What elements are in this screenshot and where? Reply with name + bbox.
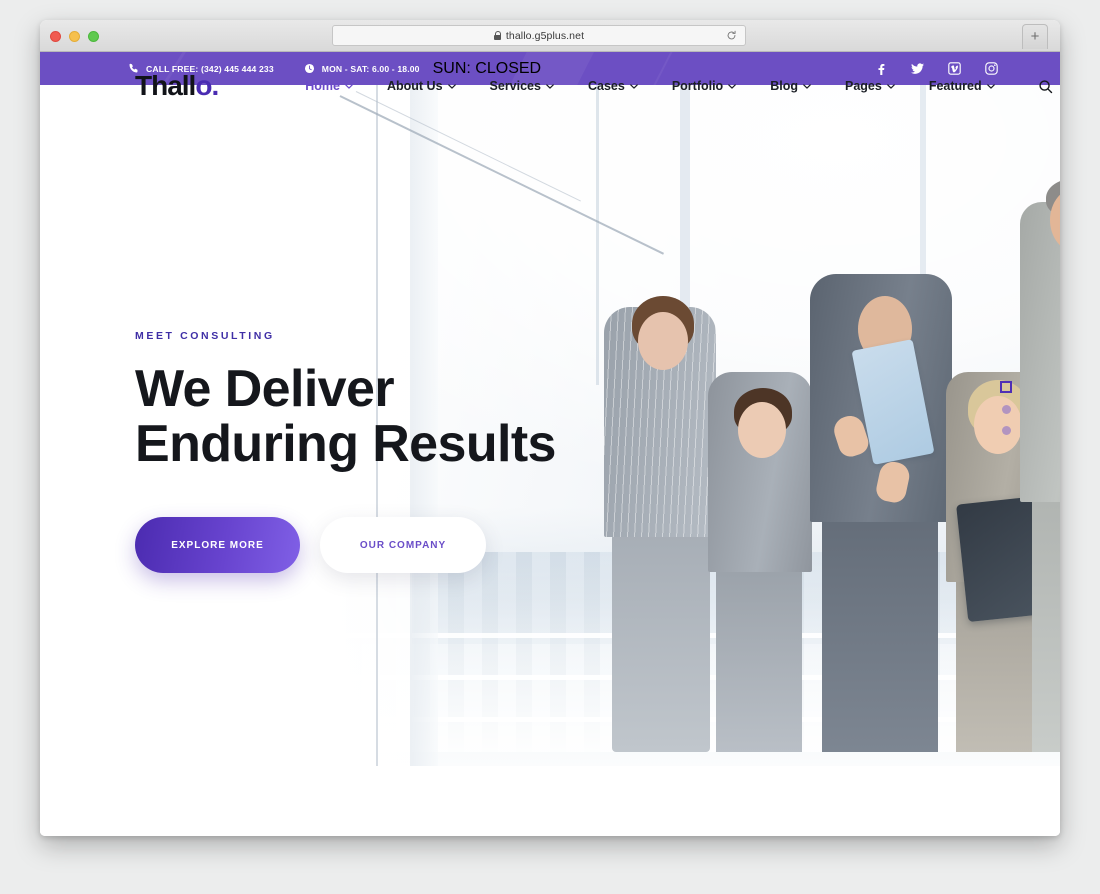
browser-window: thallo.g5plus.net + CALL FREE: (342) 445… xyxy=(40,20,1060,836)
minimize-window-button[interactable] xyxy=(69,31,80,42)
chevron-down-icon xyxy=(447,83,456,89)
lock-icon xyxy=(493,31,502,40)
hero-section: MEET CONSULTING We Deliver Enduring Resu… xyxy=(40,85,1060,766)
nav-label: Pages xyxy=(844,79,882,93)
new-tab-button[interactable]: + xyxy=(1022,24,1048,49)
person-head xyxy=(974,396,1022,454)
main-navigation: Home About Us Services Cases Portfolio B… xyxy=(288,79,1052,94)
person-body xyxy=(1020,202,1060,502)
nav-label: Home xyxy=(305,79,340,93)
person-legs xyxy=(612,534,710,752)
people-group xyxy=(580,152,1060,752)
window-controls xyxy=(50,31,99,42)
site-logo[interactable]: Thallo. xyxy=(135,70,219,102)
hero-eyebrow: MEET CONSULTING xyxy=(135,330,275,342)
nav-label: Blog xyxy=(770,79,798,93)
nav-label: Services xyxy=(489,79,541,93)
nav-label: About Us xyxy=(386,79,443,93)
person-legs xyxy=(822,516,938,752)
logo-text-accent: o. xyxy=(195,70,219,101)
person-legs xyxy=(716,568,802,752)
chevron-down-icon xyxy=(728,83,737,89)
close-window-button[interactable] xyxy=(50,31,61,42)
hero-copy: MEET CONSULTING We Deliver Enduring Resu… xyxy=(135,330,556,574)
reload-icon[interactable] xyxy=(726,30,737,41)
nav-item-pages[interactable]: Pages xyxy=(828,79,912,93)
logo-text-main: Thall xyxy=(135,70,196,101)
explore-more-button[interactable]: EXPLORE MORE xyxy=(135,517,300,574)
person-man-center xyxy=(806,192,956,752)
chevron-down-icon xyxy=(345,83,353,89)
person-man-right xyxy=(956,152,1060,752)
address-bar[interactable]: thallo.g5plus.net xyxy=(332,25,746,46)
chevron-down-icon xyxy=(986,83,995,89)
person-head xyxy=(738,402,786,458)
nav-item-portfolio[interactable]: Portfolio xyxy=(655,79,753,93)
search-button[interactable] xyxy=(1038,79,1053,94)
hero-cta-group: EXPLORE MORE OUR COMPANY xyxy=(135,517,556,574)
site-header: Thallo. Home About Us Services Cases Por… xyxy=(40,52,1060,120)
browser-chrome: thallo.g5plus.net + xyxy=(40,20,1060,52)
chevron-down-icon xyxy=(546,83,554,89)
nav-item-about-us[interactable]: About Us xyxy=(370,79,473,93)
chevron-down-icon xyxy=(803,83,811,89)
chevron-down-icon xyxy=(887,83,895,89)
slider-bullet[interactable] xyxy=(1001,426,1011,435)
slider-pagination xyxy=(1000,381,1012,435)
nav-label: Portfolio xyxy=(671,79,724,93)
nav-item-services[interactable]: Services xyxy=(473,79,571,93)
our-company-button[interactable]: OUR COMPANY xyxy=(320,517,486,574)
slider-bullet[interactable] xyxy=(1001,405,1011,414)
web-page: CALL FREE: (342) 445 444 233 MON - SAT: … xyxy=(40,52,1060,836)
search-icon xyxy=(1038,79,1052,93)
chevron-down-icon xyxy=(630,83,638,89)
page-body-below-hero xyxy=(40,766,1060,836)
person-woman-dark-hair xyxy=(698,282,818,752)
nav-item-blog[interactable]: Blog xyxy=(753,79,828,93)
person-legs xyxy=(1032,494,1060,752)
nav-label: Featured xyxy=(928,79,982,93)
slider-bullet-active[interactable] xyxy=(1000,381,1012,393)
nav-item-cases[interactable]: Cases xyxy=(571,79,655,93)
person-head xyxy=(638,312,688,370)
nav-label: Cases xyxy=(587,79,625,93)
zoom-window-button[interactable] xyxy=(88,31,99,42)
nav-item-featured[interactable]: Featured xyxy=(912,79,1012,93)
url-text: thallo.g5plus.net xyxy=(505,29,585,42)
nav-item-home[interactable]: Home xyxy=(288,79,370,93)
hero-title: We Deliver Enduring Results xyxy=(135,360,556,473)
